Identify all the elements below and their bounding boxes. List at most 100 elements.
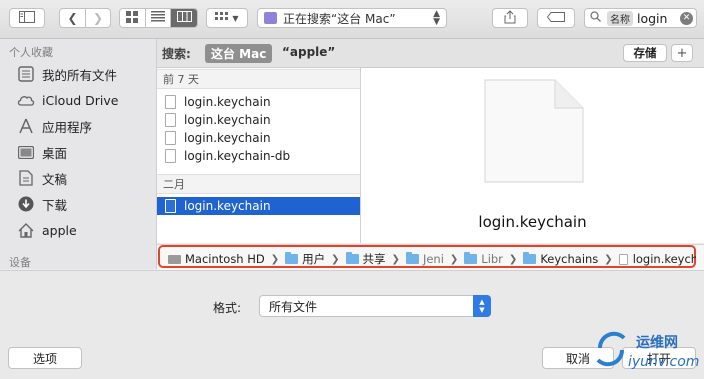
list-item[interactable]: login.keychain-db <box>157 147 360 165</box>
options-button[interactable]: 选项 <box>8 347 82 369</box>
file-name: login.keychain <box>184 113 271 127</box>
path-item-shared[interactable]: 共享 <box>345 251 386 267</box>
document-icon <box>165 131 176 145</box>
path-separator-icon: ❯ <box>270 253 280 265</box>
clear-search-icon[interactable]: ✕ <box>680 11 693 25</box>
scope-this-mac[interactable]: 这台 Mac <box>205 44 273 63</box>
document-icon <box>165 113 176 127</box>
list-item[interactable]: login.keychain <box>157 129 360 147</box>
download-icon <box>16 195 36 213</box>
list-item[interactable]: login.keychain <box>157 111 360 129</box>
save-search-button[interactable]: 存储 <box>623 44 667 62</box>
search-token[interactable]: 名称 <box>607 10 633 26</box>
favorites-heading: 个人收藏 <box>9 46 53 59</box>
format-popup[interactable]: 所有文件 ▲ ▼ <box>259 295 491 317</box>
sidebar-item-icloud-drive[interactable]: iCloud Drive <box>16 89 118 111</box>
sidebar-item-label: 文稿 <box>42 171 68 187</box>
toolbar: ❮ ❯ ▼ 正在搜索“这台 Mac” ▲ ▼ 名称 login ✕ <box>0 0 704 39</box>
watermark-logo-icon <box>592 328 630 371</box>
applications-icon <box>16 117 36 135</box>
search-input[interactable]: login <box>637 11 667 26</box>
search-field[interactable]: 名称 login ✕ <box>584 8 697 28</box>
all-files-icon <box>16 65 36 83</box>
watermark-title: 运维网 <box>636 335 678 351</box>
path-label: Keychains <box>540 252 599 266</box>
path-label: 用户 <box>302 252 326 266</box>
column-view-button[interactable] <box>171 9 197 27</box>
nav-buttons: ❮ ❯ <box>59 8 111 28</box>
add-criteria-button[interactable]: + <box>671 44 693 62</box>
file-name: login.keychain-db <box>184 149 291 163</box>
location-label: 正在搜索“这台 Mac” <box>283 11 396 26</box>
list-view-button[interactable] <box>146 9 172 27</box>
watermark: 运维网 iyunv.com <box>592 328 704 378</box>
icon-view-button[interactable] <box>120 9 146 27</box>
path-separator-icon: ❯ <box>604 253 613 265</box>
path-item-file[interactable]: login.keychai <box>618 252 696 266</box>
search-scope-bar: 搜索: 这台 Mac “apple” 存储 + <box>157 39 704 68</box>
share-button[interactable] <box>492 8 528 28</box>
sidebar-item-documents[interactable]: 文稿 <box>16 167 67 189</box>
hard-drive-icon <box>168 254 181 264</box>
sidebar-item-home[interactable]: apple <box>16 219 77 241</box>
path-label: Jeni <box>422 252 444 266</box>
columns-icon <box>176 11 192 25</box>
view-mode-control <box>119 8 198 28</box>
chevron-down-icon: ▼ <box>232 13 239 23</box>
path-label: Macintosh HD <box>185 252 265 266</box>
sidebar-item-applications[interactable]: 应用程序 <box>16 115 92 137</box>
document-icon <box>165 199 176 213</box>
arrange-button[interactable]: ▼ <box>206 8 248 28</box>
path-separator-icon: ❯ <box>391 253 400 265</box>
sidebar-item-downloads[interactable]: 下载 <box>16 193 67 215</box>
path-item-users[interactable]: 用户 <box>285 251 325 267</box>
back-button[interactable]: ❮ <box>60 9 86 27</box>
cloud-icon <box>16 91 36 109</box>
sidebar-toggle-button[interactable] <box>9 8 45 28</box>
share-icon <box>504 9 516 27</box>
file-name: login.keychain <box>184 199 271 213</box>
document-icon <box>618 253 628 265</box>
format-label: 格式: <box>213 301 242 315</box>
devices-heading: 设备 <box>9 256 31 269</box>
sidebar-item-all-files[interactable]: 我的所有文件 <box>16 63 117 85</box>
path-label: 共享 <box>362 252 386 266</box>
location-popup[interactable]: 正在搜索“这台 Mac” ▲ ▼ <box>257 8 447 28</box>
group-header: 二月 <box>157 174 360 194</box>
folder-icon <box>285 252 299 264</box>
path-separator-icon: ❯ <box>508 253 518 265</box>
watermark-url: iyunv.com <box>628 354 700 370</box>
sidebar-icon <box>19 10 35 26</box>
list-icon <box>151 11 166 25</box>
folder-icon <box>345 252 359 264</box>
sidebar-item-label: iCloud Drive <box>42 92 119 108</box>
path-highlight-frame: Macintosh HD ❯ 用户 ❯ 共享 ❯ Jeni ❯ Libr ❯ K… <box>158 245 696 268</box>
document-icon <box>165 149 176 163</box>
path-item-jeni[interactable]: Jeni <box>405 252 444 266</box>
tag-button[interactable] <box>537 8 575 28</box>
path-item-keychains[interactable]: Keychains <box>523 252 598 266</box>
sidebar-item-label: 桌面 <box>42 145 68 161</box>
document-icon <box>165 95 176 109</box>
group-header: 前 7 天 <box>157 69 360 89</box>
path-label: login.keychai <box>632 252 696 266</box>
folder-icon <box>523 252 537 264</box>
format-value: 所有文件 <box>269 299 318 314</box>
path-item-library[interactable]: Libr <box>464 252 503 266</box>
desktop-icon <box>16 143 36 161</box>
results-list: 前 7 天 login.keychain login.keychain logi… <box>157 68 361 243</box>
forward-button[interactable]: ❯ <box>86 9 110 27</box>
sidebar-item-label: 应用程序 <box>42 119 93 135</box>
preview-pane: login.keychain <box>361 68 704 243</box>
path-item-macintosh-hd[interactable]: Macintosh HD <box>168 252 265 266</box>
path-separator-icon: ❯ <box>331 253 340 265</box>
folder-icon <box>464 252 478 264</box>
list-item[interactable]: login.keychain <box>157 93 360 111</box>
scope-query[interactable]: “apple” <box>282 45 335 59</box>
search-icon <box>590 11 601 25</box>
sidebar-item-desktop[interactable]: 桌面 <box>16 141 67 163</box>
list-item-selected[interactable]: login.keychain <box>157 197 360 215</box>
arrange-grid-icon <box>215 11 229 25</box>
file-name: login.keychain <box>184 95 271 109</box>
sidebar-item-label: apple <box>42 222 77 238</box>
